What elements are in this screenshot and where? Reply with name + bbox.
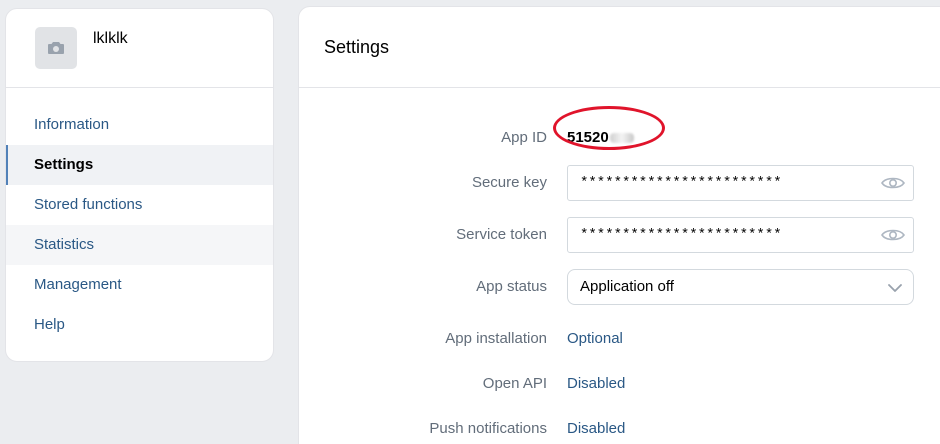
app-installation-link[interactable]: Optional [567,321,623,357]
app-name: lklklk [93,30,128,47]
sidebar-item-information[interactable]: Information [6,105,273,145]
app-status-select[interactable]: Application off [567,269,914,305]
open-api-link[interactable]: Disabled [567,366,625,402]
app-id-value: 51520 [567,120,634,156]
push-notifications-link[interactable]: Disabled [567,411,625,444]
sidebar-item-help[interactable]: Help [6,305,273,345]
service-token-field[interactable]: ************************ [567,217,914,253]
app-id-label: App ID [501,129,547,146]
open-api-row: Open API Disabled [299,366,940,402]
sidebar-nav: Information Settings Stored functions St… [6,105,273,345]
service-token-row: Service token ************************ [299,217,940,253]
sidebar-item-settings[interactable]: Settings [6,145,273,185]
app-id-text: 51520 [567,129,609,146]
push-notifications-label: Push notifications [429,420,547,437]
open-api-label: Open API [482,375,547,392]
app-avatar[interactable] [35,27,77,69]
chevron-down-icon [888,284,902,292]
app-status-row: App status Application off [299,269,940,305]
app-id-row: App ID 51520 [299,106,940,156]
secure-key-value: ************************ [580,175,782,191]
eye-icon[interactable] [881,227,905,243]
page-title: Settings [299,7,940,88]
app-status-label: App status [476,278,547,295]
camera-icon [48,42,64,54]
app-header: lklklk [6,9,273,88]
secure-key-field[interactable]: ************************ [567,165,914,201]
sidebar-item-statistics[interactable]: Statistics [6,225,273,265]
redacted-mark [609,133,634,144]
settings-panel: Settings App ID 51520 Secure key *******… [298,6,940,444]
eye-icon[interactable] [881,175,905,191]
app-sidebar: lklklk Information Settings Stored funct… [5,8,274,362]
app-status-value: Application off [580,278,674,295]
secure-key-row: Secure key ************************ [299,165,940,201]
push-notifications-row: Push notifications Disabled [299,411,940,444]
secure-key-label: Secure key [471,174,547,191]
app-installation-label: App installation [445,330,547,347]
service-token-value: ************************ [580,227,782,243]
service-token-label: Service token [456,226,547,243]
sidebar-item-management[interactable]: Management [6,265,273,305]
sidebar-item-stored-functions[interactable]: Stored functions [6,185,273,225]
app-installation-row: App installation Optional [299,321,940,357]
